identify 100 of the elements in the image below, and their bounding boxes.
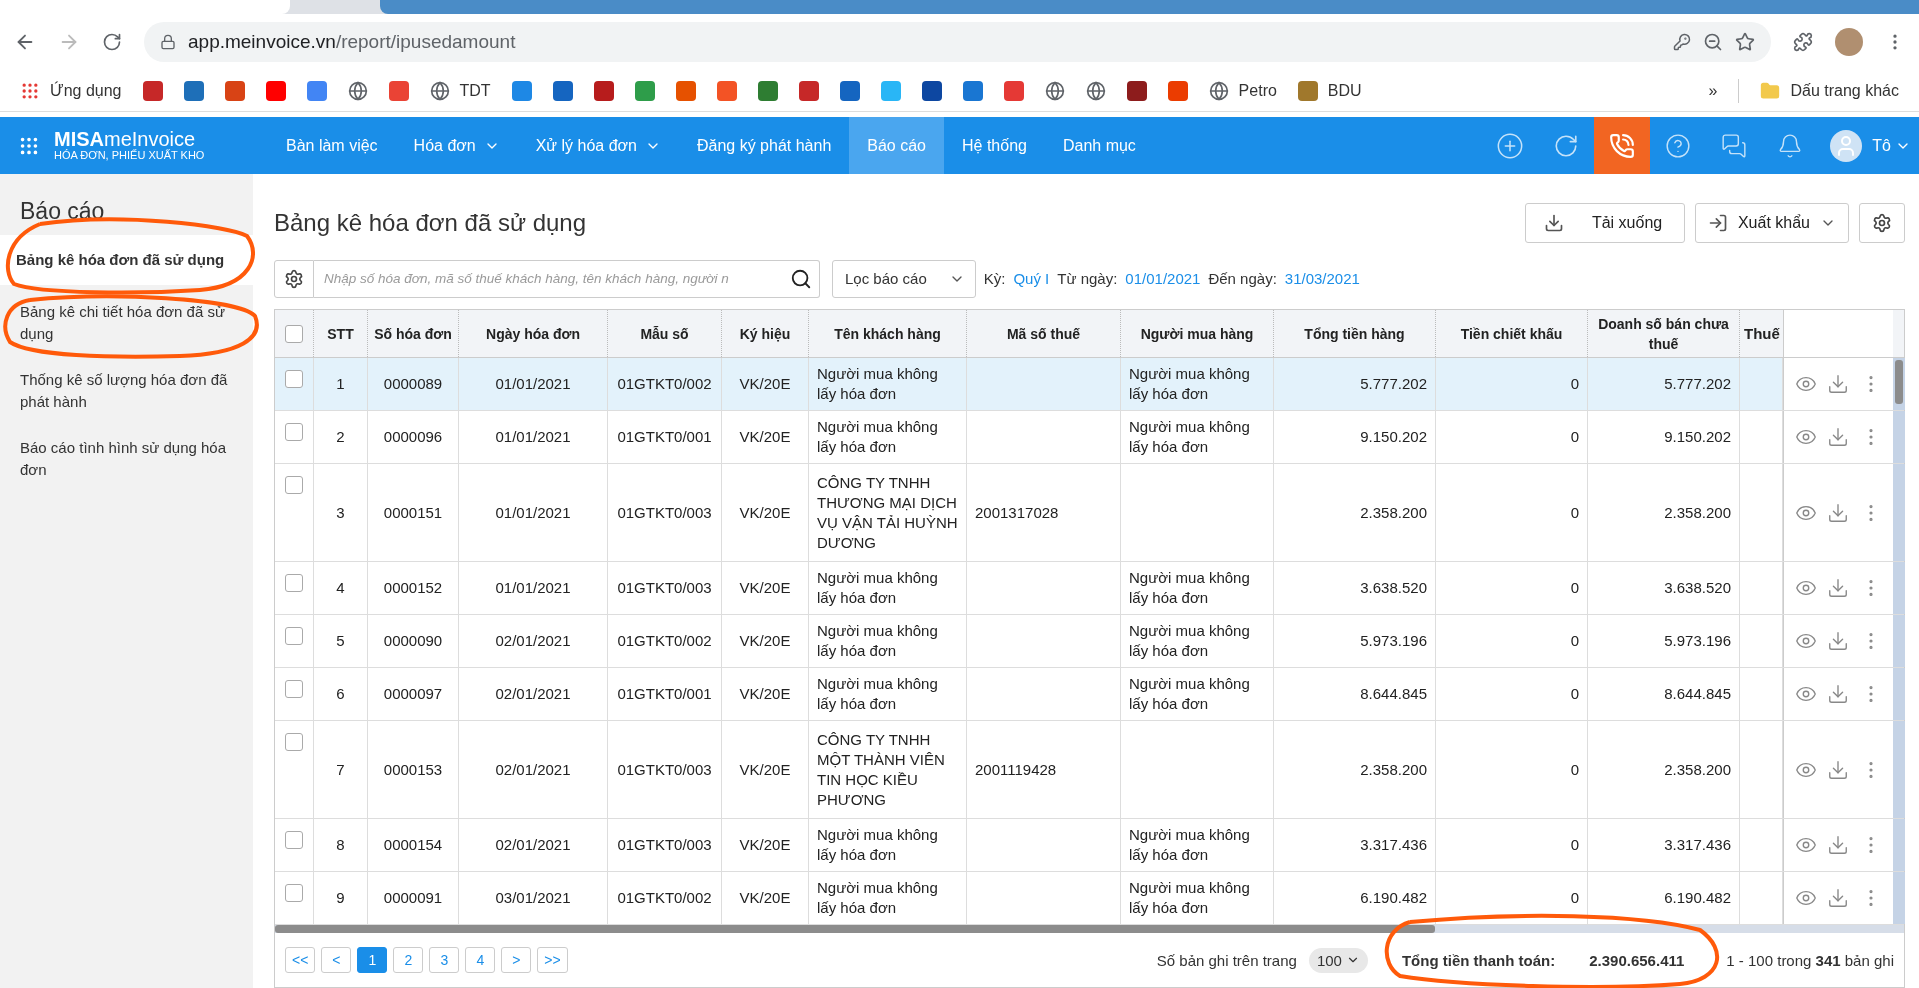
sidebar-item[interactable]: Báo cáo tình hình sử dụng hóa đơn [0, 427, 253, 491]
phone-button[interactable] [1594, 117, 1651, 174]
scrollbar-thumb[interactable] [275, 925, 1435, 933]
page-button[interactable]: 4 [465, 947, 496, 973]
bookmark-link[interactable]: Ứng dụng [50, 81, 122, 100]
checkbox[interactable] [285, 884, 303, 902]
page-button[interactable]: >> [537, 947, 568, 973]
nav-item[interactable]: Hệ thống [944, 117, 1045, 174]
table-cell: Người mua không lấy hóa đơn [1121, 562, 1274, 614]
download-icon[interactable] [1827, 834, 1850, 856]
nav-item[interactable]: Xử lý hóa đơn [517, 117, 679, 174]
page-button[interactable]: 3 [429, 947, 460, 973]
table-cell: 01GTKT0/002 [608, 358, 722, 410]
table-cell: 2001119428 [967, 721, 1121, 818]
extensions-icon[interactable] [1793, 32, 1813, 52]
bookmark-link[interactable]: BDU [1327, 81, 1362, 100]
nav-item[interactable]: Báo cáo [849, 117, 944, 174]
search-icon[interactable] [790, 267, 812, 290]
checkbox[interactable] [285, 627, 303, 645]
nav-item[interactable]: Hóa đơn [395, 117, 518, 174]
to-date[interactable]: 31/03/2021 [1284, 270, 1360, 288]
download-icon[interactable] [1827, 630, 1850, 652]
table-cell: 0 [1436, 721, 1588, 818]
download-icon[interactable] [1827, 577, 1850, 599]
from-date[interactable]: 01/01/2021 [1125, 270, 1201, 288]
table-cell: Người mua không lấy hóa đơn [809, 668, 967, 720]
reload-icon[interactable] [102, 32, 122, 52]
checkbox[interactable] [285, 574, 303, 592]
report-filter-dropdown[interactable]: Lọc báo cáo [832, 259, 976, 298]
nav-item[interactable]: Đăng ký phát hành [678, 117, 850, 174]
checkbox[interactable] [285, 476, 303, 494]
sidebar-item[interactable]: Bảng kê hóa đơn đã sử dụng [0, 235, 253, 285]
table-cell: VK/20E [722, 562, 809, 614]
star-icon[interactable] [1735, 32, 1755, 52]
profile-avatar[interactable] [1835, 28, 1863, 56]
table-cell: 02/01/2021 [459, 668, 608, 720]
download-icon[interactable] [1827, 373, 1850, 395]
settings-button[interactable] [274, 259, 314, 298]
table-cell: VK/20E [722, 819, 809, 871]
logo-tagline: HÓA ĐƠN, PHIẾU XUẤT KHO [54, 150, 205, 162]
download-icon[interactable] [1827, 683, 1850, 705]
table-cell: 6 [314, 668, 368, 720]
checkbox[interactable] [285, 324, 303, 343]
help-icon[interactable] [1665, 132, 1692, 159]
table-cell: 0 [1436, 819, 1588, 871]
nav-item[interactable]: Bàn làm việc [268, 117, 396, 174]
page-button[interactable]: > [501, 947, 532, 973]
bookmark-link[interactable]: TDT [459, 81, 491, 100]
user-name[interactable]: Tô [1872, 136, 1891, 155]
phone-icon [1609, 132, 1636, 159]
table-cell: 01GTKT0/003 [608, 721, 722, 818]
zoom-icon[interactable] [1703, 32, 1723, 52]
table-cell: 8.644.845 [1274, 668, 1436, 720]
table-cell: 0000154 [368, 819, 459, 871]
download-icon[interactable] [1827, 426, 1850, 448]
download-icon[interactable] [1827, 887, 1850, 909]
scrollbar-thumb[interactable] [1895, 360, 1903, 404]
checkbox[interactable] [285, 423, 303, 441]
chat-icon[interactable] [1721, 132, 1748, 159]
search-field[interactable]: Nhập số hóa đơn, mã số thuế khách hàng, tên khách hàng, người n [314, 259, 820, 298]
checkbox[interactable] [285, 831, 303, 849]
globe-icon [1085, 80, 1106, 101]
page-button[interactable]: << [285, 947, 316, 973]
page-button[interactable]: 2 [393, 947, 424, 973]
table-cell: 01/01/2021 [459, 562, 608, 614]
download-icon[interactable] [1827, 501, 1850, 524]
settings-button[interactable] [1859, 203, 1905, 244]
nav-item[interactable]: Danh mục [1044, 117, 1154, 174]
page-size-dropdown[interactable]: 100 [1308, 947, 1368, 973]
gear-icon [1872, 213, 1892, 234]
download-button[interactable]: Tải xuống [1524, 203, 1685, 244]
bookmarks-overflow[interactable]: » [1708, 81, 1718, 100]
page-size-label: Số bản ghi trên trang [1156, 951, 1297, 969]
table-cell: 01/01/2021 [459, 464, 608, 561]
table-cell: 02/01/2021 [459, 615, 608, 667]
export-button[interactable]: Xuất khẩu [1694, 203, 1849, 244]
table-cell: 01GTKT0/002 [608, 615, 722, 667]
sidebar-item[interactable]: Bảng kê chi tiết hóa đơn đã sử dụng [0, 291, 253, 355]
plus-icon[interactable] [1496, 131, 1525, 160]
refresh-icon[interactable] [1553, 132, 1580, 159]
download-icon[interactable] [1827, 758, 1850, 781]
column-header: Doanh số bán chưa thuế [1588, 310, 1740, 357]
user-avatar[interactable] [1830, 129, 1863, 162]
address-bar[interactable]: app.meinvoice.vn/report/ipusedamount [144, 22, 1771, 62]
table-cell: 5.777.202 [1274, 358, 1436, 410]
page-title: Bảng kê hóa đơn đã sử dụng [274, 209, 587, 238]
table-cell: Người mua không lấy hóa đơn [809, 411, 967, 463]
table-cell: VK/20E [722, 464, 809, 561]
table-cell: 4 [314, 562, 368, 614]
key-icon[interactable] [1673, 33, 1691, 51]
table-cell: 2.358.200 [1588, 464, 1740, 561]
sidebar-item[interactable]: Thống kê số lượng hóa đơn đã phát hành [0, 359, 253, 423]
checkbox[interactable] [285, 680, 303, 698]
page-button[interactable]: < [321, 947, 352, 973]
checkbox[interactable] [285, 370, 303, 388]
bookmark-link[interactable]: Petro [1238, 81, 1277, 100]
checkbox[interactable] [285, 733, 303, 751]
page-button[interactable]: 1 [357, 947, 388, 973]
period-value[interactable]: Quý I [1013, 270, 1050, 288]
bookmark-link[interactable]: Dấu trang khác [1790, 81, 1899, 100]
